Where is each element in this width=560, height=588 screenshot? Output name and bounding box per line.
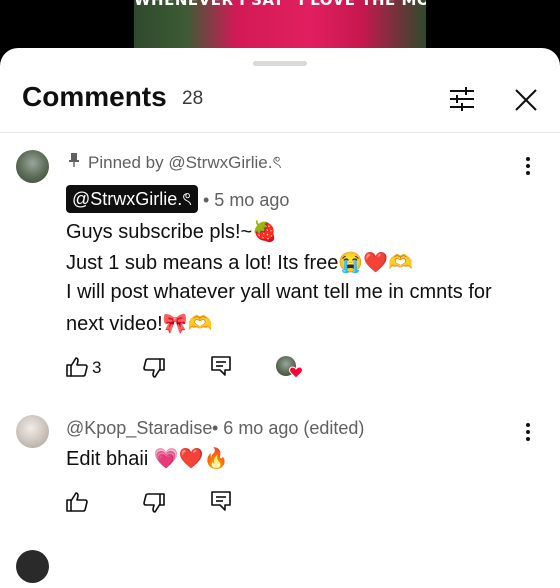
comment-time: • 5 mo ago <box>203 190 290 210</box>
thumbs-up-icon[interactable] <box>66 357 88 377</box>
more-vert-icon[interactable] <box>518 422 538 442</box>
header-divider <box>0 132 560 133</box>
video-caption: WHENEVER I SAY "I LOVE THE MOON" <box>134 0 426 9</box>
avatar[interactable] <box>16 415 49 448</box>
avatar[interactable] <box>16 150 49 183</box>
drag-handle[interactable] <box>253 61 307 66</box>
like-count: 3 <box>92 358 102 377</box>
close-icon[interactable] <box>514 88 538 112</box>
reply-comment-icon[interactable] <box>211 491 231 511</box>
comment-line: Guys subscribe pls!~🍓 <box>66 221 278 243</box>
comments-title: Comments <box>22 81 167 112</box>
thumbs-down-icon[interactable] <box>143 493 165 513</box>
comment-line: I will post whatever yall want tell me i… <box>66 281 492 303</box>
author-chip[interactable]: @StrwxGirlie.ৎ <box>66 185 198 213</box>
comments-count: 28 <box>182 88 204 109</box>
avatar[interactable] <box>16 550 49 583</box>
comment-line: Edit bhaii 💗❤️🔥 <box>66 448 229 470</box>
pinned-label: Pinned by @StrwxGirlie.ৎ <box>88 153 282 172</box>
more-vert-icon[interactable] <box>518 156 538 176</box>
comments-sheet: Comments 28 Pinned by @StrwxGirlie.ৎ @St… <box>0 48 560 588</box>
comment-author[interactable]: @Kpop_Staradise <box>66 418 212 439</box>
comment-line: Just 1 sub means a lot! Its free😭❤️🫶 <box>66 252 414 274</box>
filter-sliders-icon[interactable] <box>449 86 475 112</box>
pin-icon <box>69 153 79 167</box>
reply-comment-icon[interactable] <box>211 356 231 376</box>
thumbs-down-icon[interactable] <box>143 358 165 378</box>
thumbs-up-icon[interactable] <box>66 492 88 512</box>
creator-heart-icon <box>289 366 303 379</box>
comment-time: • 6 mo ago (edited) <box>212 418 365 438</box>
comment-line: next video!🎀🫶 <box>66 313 213 335</box>
